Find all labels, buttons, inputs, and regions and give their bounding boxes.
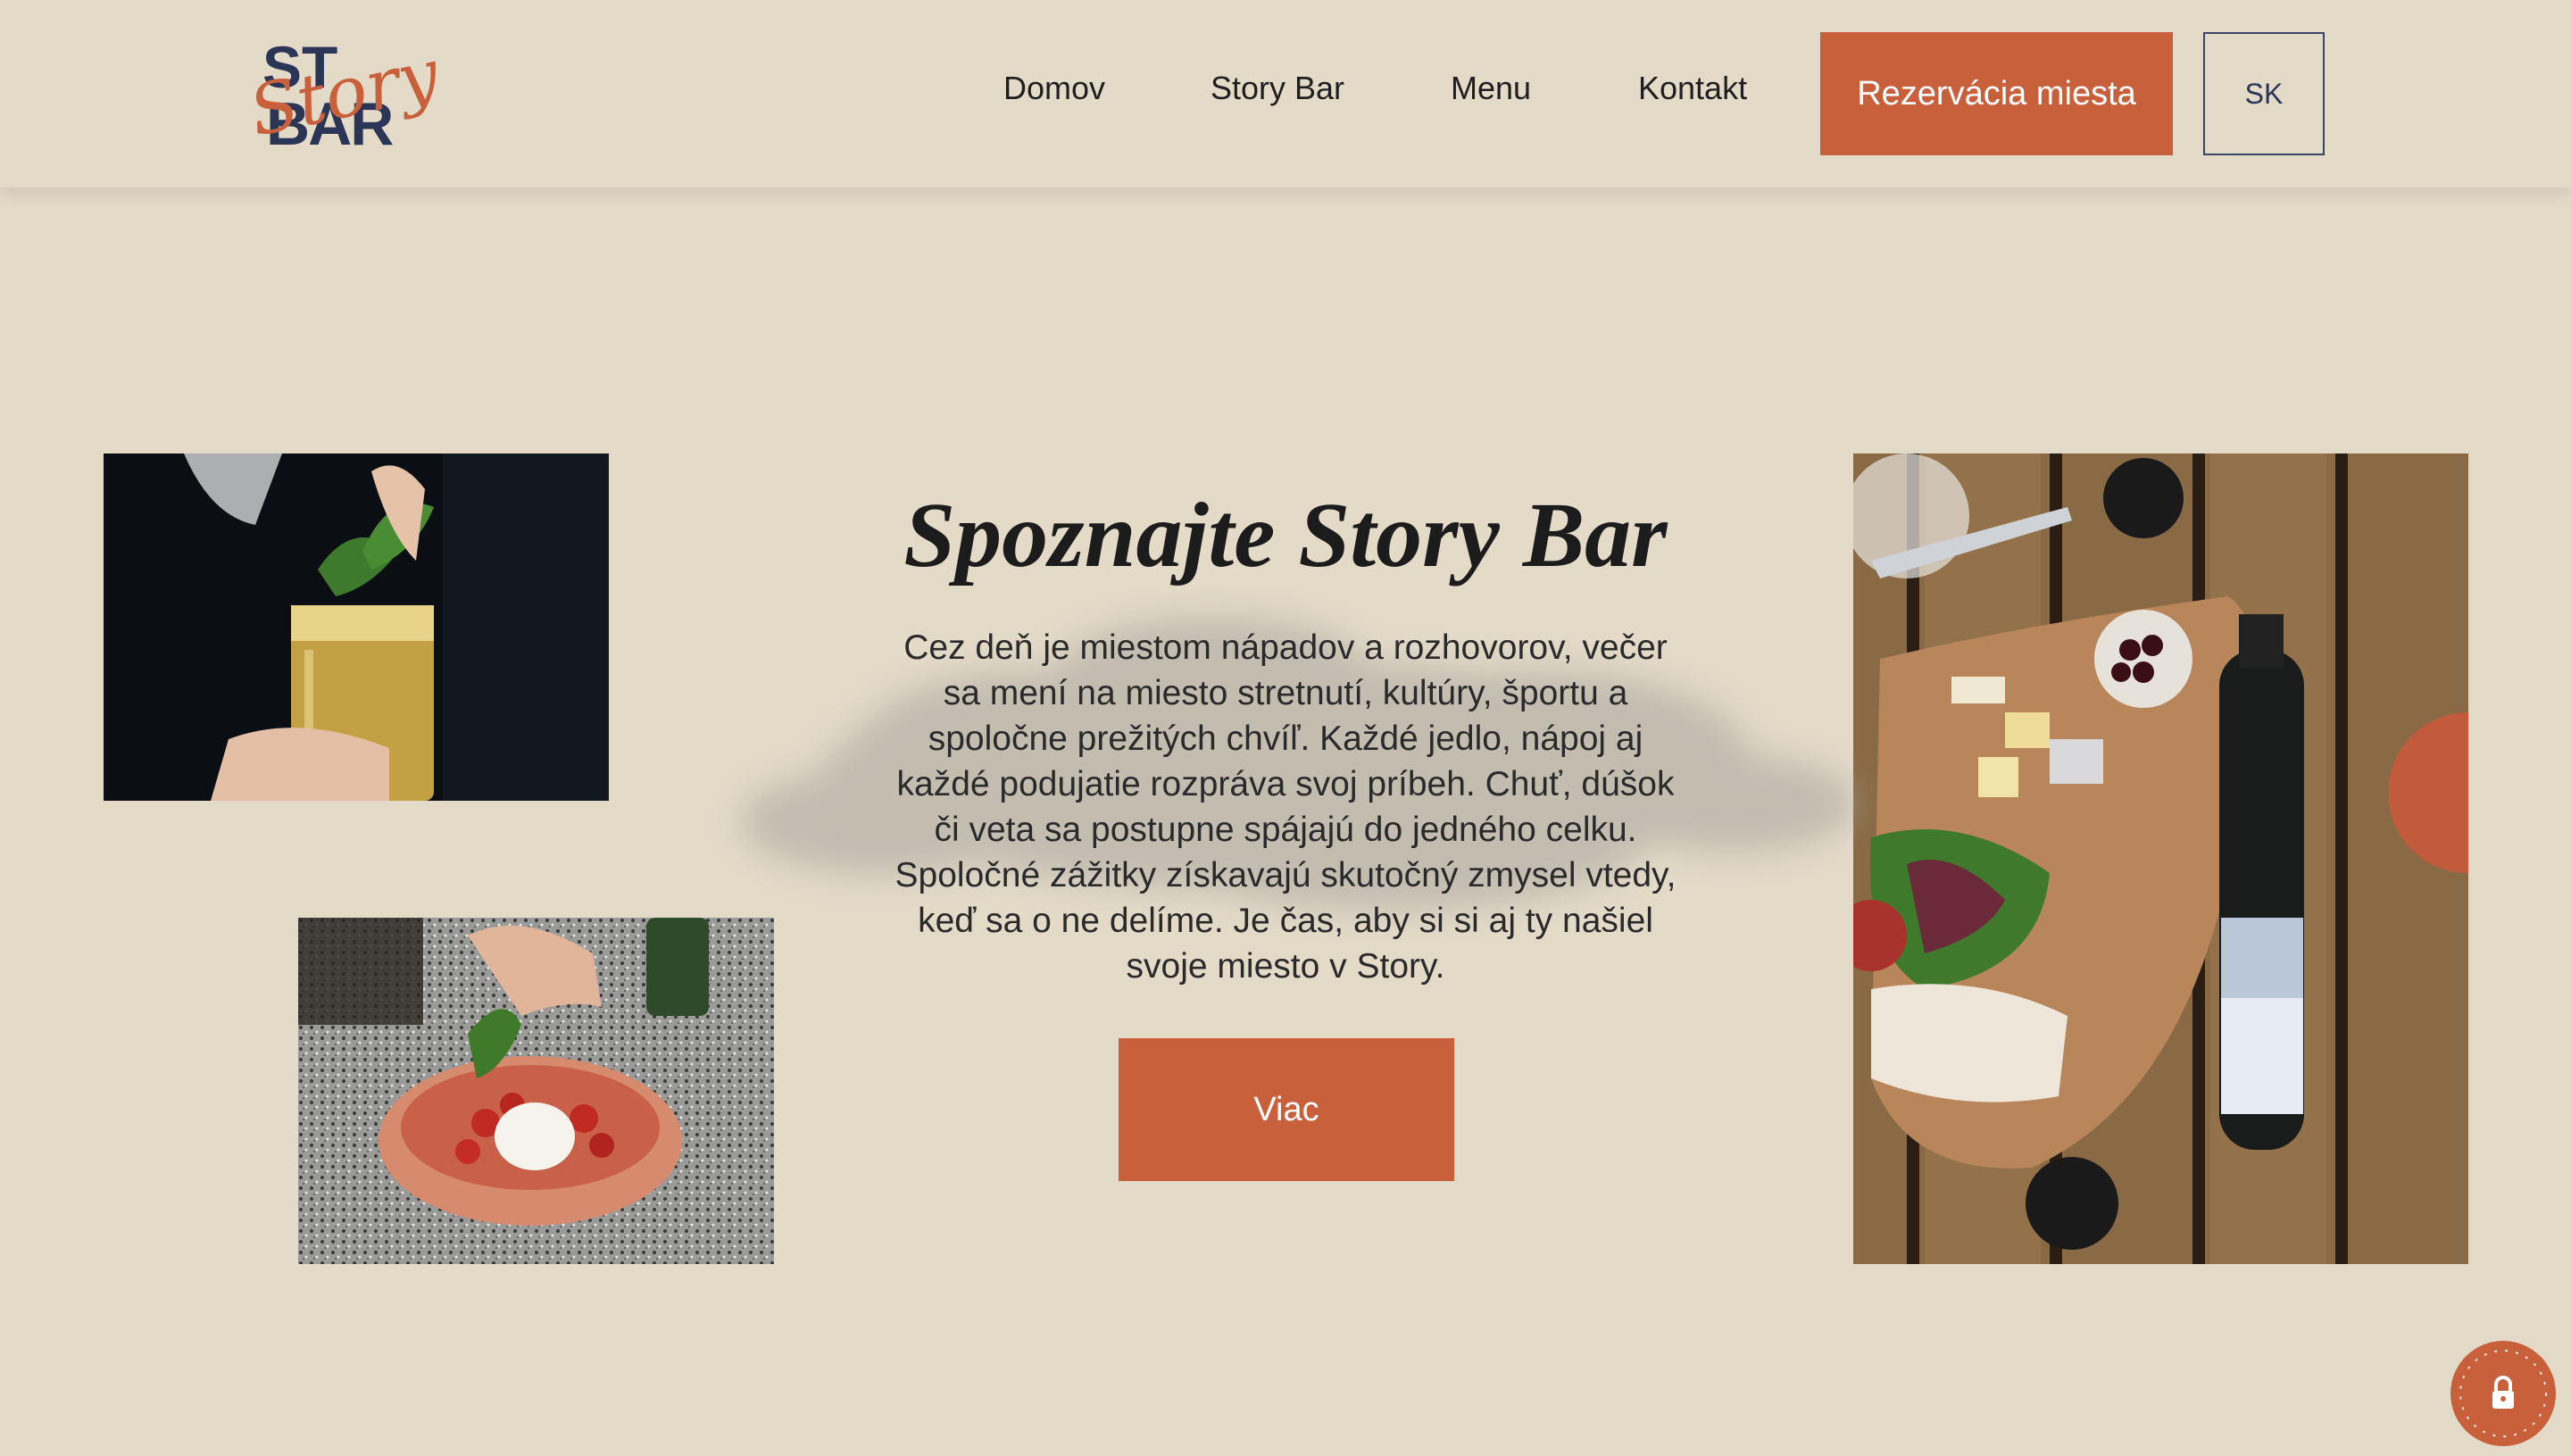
language-switch[interactable]: SK <box>2203 32 2325 155</box>
hero-description: Cez deň je miestom nápadov a rozhovorov,… <box>894 628 1677 986</box>
logo-icon: BAR ST Story <box>243 34 446 158</box>
nav-story-bar[interactable]: Story Bar <box>1211 70 1344 107</box>
nav-kontakt[interactable]: Kontakt <box>1638 70 1747 107</box>
nav-menu[interactable]: Menu <box>1451 70 1531 107</box>
site-header: BAR ST Story Domov Story Bar Menu Kontak… <box>0 0 2571 187</box>
logo[interactable]: BAR ST Story <box>243 34 446 158</box>
charcuterie-photo <box>1853 453 2468 1264</box>
lock-icon <box>2459 1350 2547 1437</box>
cocktail-photo <box>104 453 609 801</box>
cookie-consent-button[interactable] <box>2450 1341 2556 1446</box>
more-button[interactable]: Viac <box>1119 1038 1454 1181</box>
nav-domov[interactable]: Domov <box>1003 70 1105 107</box>
reservation-button[interactable]: Rezervácia miesta <box>1820 32 2173 155</box>
page: BAR ST Story Domov Story Bar Menu Kontak… <box>0 0 2571 1456</box>
hero-title: Spoznajte Story Bar <box>903 484 1668 587</box>
